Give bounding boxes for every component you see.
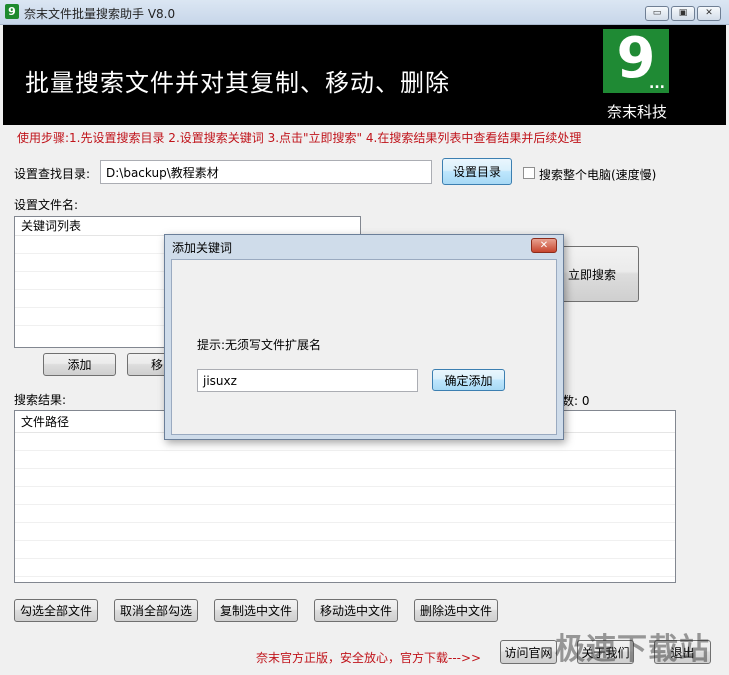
exit-button[interactable]: 退出 bbox=[654, 640, 711, 664]
confirm-add-button[interactable]: 确定添加 bbox=[432, 369, 505, 391]
app-icon: 9 bbox=[5, 4, 19, 19]
directory-label: 设置查找目录: bbox=[14, 167, 91, 181]
title-bar: 9 奈末文件批量搜索助手 V8.0 ▭ ▣ ✕ bbox=[0, 0, 729, 25]
table-row bbox=[15, 523, 675, 541]
whole-pc-label: 搜索整个电脑(速度慢) bbox=[539, 168, 657, 182]
add-keyword-button[interactable]: 添加 bbox=[43, 353, 116, 376]
select-all-button[interactable]: 勾选全部文件 bbox=[14, 599, 98, 622]
official-notice: 奈末官方正版，安全放心，官方下载--->> bbox=[256, 651, 482, 665]
add-keyword-dialog: 添加关键词 ✕ 提示:无须写文件扩展名 jisuxz 确定添加 bbox=[164, 234, 564, 440]
minimize-button[interactable]: ▭ bbox=[645, 6, 669, 21]
whole-pc-checkbox[interactable] bbox=[523, 167, 535, 179]
visit-website-button[interactable]: 访问官网 bbox=[500, 640, 557, 664]
brand-logo: 9 ... bbox=[603, 29, 669, 93]
dialog-hint: 提示:无须写文件扩展名 bbox=[197, 338, 322, 352]
dialog-close-button[interactable]: ✕ bbox=[531, 238, 557, 253]
deselect-all-button[interactable]: 取消全部勾选 bbox=[114, 599, 198, 622]
about-us-button[interactable]: 关于我们 bbox=[577, 640, 634, 664]
usage-steps: 使用步骤:1.先设置搜索目录 2.设置搜索关键词 3.点击"立即搜索" 4.在搜… bbox=[17, 131, 582, 145]
delete-selected-button[interactable]: 删除选中文件 bbox=[414, 599, 498, 622]
results-label: 搜索结果: bbox=[14, 393, 67, 407]
move-selected-button[interactable]: 移动选中文件 bbox=[314, 599, 398, 622]
table-row bbox=[15, 469, 675, 487]
table-row bbox=[15, 541, 675, 559]
logo-dots: ... bbox=[649, 76, 665, 92]
close-button[interactable]: ✕ bbox=[697, 6, 721, 21]
brand-name: 奈末科技 bbox=[607, 103, 668, 121]
window-title: 奈末文件批量搜索助手 V8.0 bbox=[24, 7, 176, 21]
banner-heading: 批量搜索文件并对其复制、移动、删除 bbox=[25, 69, 450, 97]
set-directory-button[interactable]: 设置目录 bbox=[442, 158, 512, 185]
copy-selected-button[interactable]: 复制选中文件 bbox=[214, 599, 298, 622]
filename-label: 设置文件名: bbox=[14, 198, 79, 212]
dialog-body: 提示:无须写文件扩展名 jisuxz 确定添加 bbox=[171, 259, 557, 435]
keyword-input[interactable]: jisuxz bbox=[197, 369, 418, 392]
table-row bbox=[15, 451, 675, 469]
restore-button[interactable]: ▣ bbox=[671, 6, 695, 21]
directory-input[interactable]: D:\backup\教程素材 bbox=[100, 160, 432, 184]
table-row bbox=[15, 487, 675, 505]
dialog-title: 添加关键词 bbox=[172, 241, 233, 255]
header-banner: 批量搜索文件并对其复制、移动、删除 9 ... 奈末科技 bbox=[3, 25, 726, 125]
table-row bbox=[15, 559, 675, 577]
results-count: 数: 0 bbox=[562, 394, 590, 408]
table-row bbox=[15, 505, 675, 523]
